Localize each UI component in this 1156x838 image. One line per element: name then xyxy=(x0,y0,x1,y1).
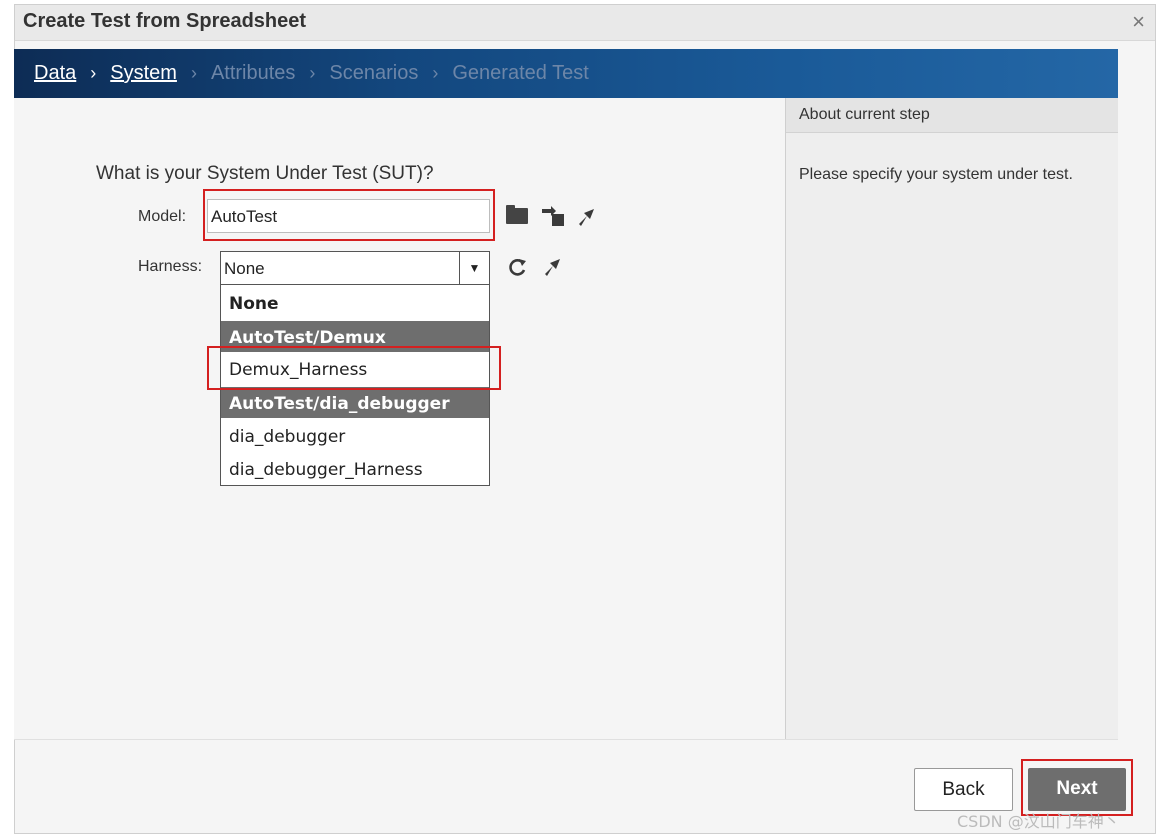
folder-open-icon[interactable] xyxy=(506,205,528,224)
navigate-to-harness-icon[interactable] xyxy=(542,257,562,277)
about-step-text: Please specify your system under test. xyxy=(799,166,1073,183)
harness-selected-value: None xyxy=(224,259,265,278)
harness-select[interactable]: None ▼ xyxy=(220,251,490,285)
navigate-to-model-icon[interactable] xyxy=(576,207,596,227)
about-step-panel: About current step Please specify your s… xyxy=(785,98,1118,739)
step-attributes: Attributes xyxy=(210,62,296,84)
harness-group-autotest-dia-debugger: AutoTest/dia_debugger xyxy=(221,387,489,418)
refresh-icon[interactable] xyxy=(506,257,528,279)
step-data[interactable]: Data xyxy=(34,62,76,85)
watermark: CSDN @汶山门车神丶 xyxy=(957,812,1120,831)
harness-label: Harness: xyxy=(138,258,203,275)
breadcrumb: Data › System › Attributes › Scenarios › Generat… xyxy=(34,62,589,85)
back-button[interactable]: Back xyxy=(914,768,1013,811)
harness-option-dia-debugger[interactable]: dia_debugger xyxy=(221,420,489,453)
chevron-right-icon: › xyxy=(190,63,197,83)
step-system[interactable]: System xyxy=(110,62,177,85)
wizard-steps-bar: Data › System › Attributes › Scenarios › Generat… xyxy=(14,49,1118,98)
harness-option-none[interactable]: None xyxy=(221,287,489,320)
dialog-title: Create Test from Spreadsheet xyxy=(23,10,307,32)
step-generated-test: Generated Test xyxy=(452,62,589,84)
model-label: Model: xyxy=(138,208,187,225)
about-step-header: About current step xyxy=(786,98,1118,133)
chevron-right-icon: › xyxy=(90,63,97,83)
footer-divider xyxy=(14,739,1118,740)
close-icon[interactable]: × xyxy=(1132,9,1145,35)
sut-question: What is your System Under Test (SUT)? xyxy=(96,163,434,184)
step-scenarios: Scenarios xyxy=(329,62,419,84)
harness-option-dia-debugger-harness[interactable]: dia_debugger_Harness xyxy=(221,453,489,486)
highlight-model-icon[interactable] xyxy=(540,206,566,228)
chevron-down-icon[interactable]: ▼ xyxy=(459,252,489,284)
chevron-right-icon: › xyxy=(309,63,316,83)
demux-harness-highlight-box xyxy=(207,346,501,390)
dialog-titlebar: Create Test from Spreadsheet × xyxy=(15,5,1155,41)
chevron-right-icon: › xyxy=(432,63,439,83)
model-highlight-box xyxy=(203,189,495,241)
